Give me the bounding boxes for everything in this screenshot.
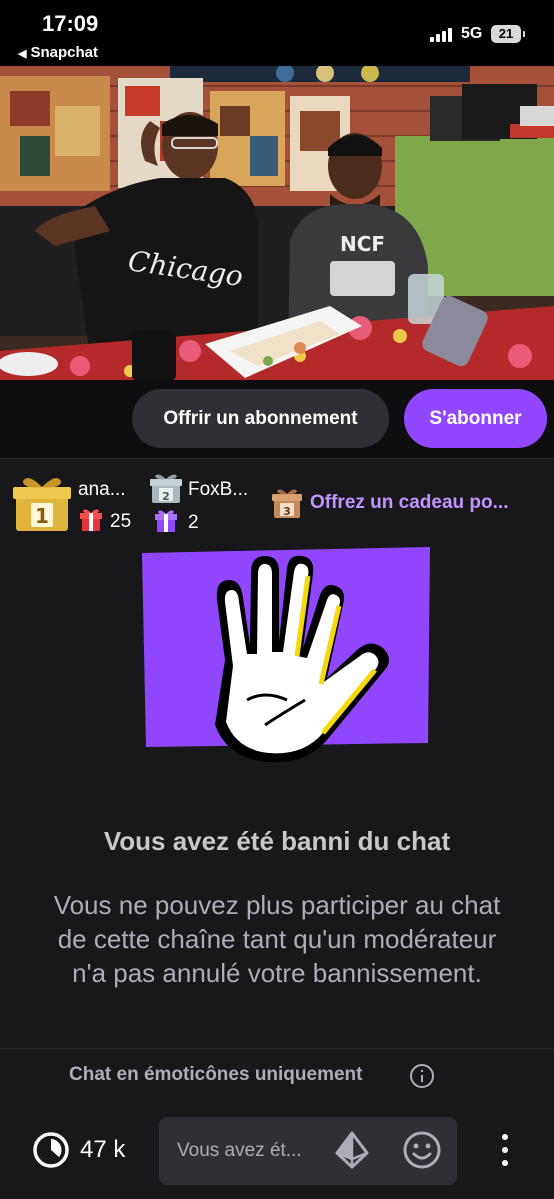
shirt-logo-ncf: NCF xyxy=(340,232,385,256)
bronze-gift-rank-3-icon: 3 xyxy=(272,489,302,518)
bits-icon[interactable] xyxy=(335,1131,369,1169)
back-arrow-icon: ◀ xyxy=(18,48,27,60)
red-gift-icon xyxy=(80,509,102,531)
silver-gift-rank-2-icon: 2 xyxy=(150,474,182,503)
divider xyxy=(0,1048,554,1049)
clock: 17:09 xyxy=(42,11,99,36)
battery-icon: 21 xyxy=(491,25,525,43)
gift-cta-link[interactable]: Offrez un cadeau po... xyxy=(310,492,508,514)
network-type: 5G xyxy=(461,25,483,42)
gold-gift-rank-1-icon: 1 xyxy=(13,478,71,531)
back-app-label: Snapchat xyxy=(30,44,98,61)
stream-video-frame: Chicago NCF xyxy=(0,66,554,380)
leaderboard-user-2-count: 2 xyxy=(188,512,199,533)
gift-subscription-button[interactable]: Offrir un abonnement xyxy=(132,389,389,448)
chat-input[interactable] xyxy=(177,1135,327,1167)
leaderboard-user-2-name[interactable]: FoxB... xyxy=(188,479,248,501)
leaderboard-user-1-count: 25 xyxy=(110,511,132,532)
rank-1-number: 1 xyxy=(35,504,49,528)
ban-title: Vous avez été banni du chat xyxy=(103,826,451,856)
viewer-count-icon xyxy=(33,1132,69,1168)
leaderboard-user-1-name[interactable]: ana... xyxy=(78,479,126,501)
viewer-count: 47 k xyxy=(80,1136,126,1163)
back-to-app-link[interactable]: ◀ Snapchat xyxy=(18,44,98,61)
chat-mode-label: Chat en émoticônes uniquement xyxy=(69,1064,363,1085)
purple-gift-icon xyxy=(155,510,177,532)
info-icon[interactable] xyxy=(410,1064,434,1088)
status-bar: 17:09 ◀ Snapchat 5G 21 xyxy=(0,0,554,66)
rank-2-number: 2 xyxy=(162,490,170,503)
banned-hand-illustration xyxy=(142,547,430,763)
cellular-signal-icon xyxy=(430,28,456,42)
rank-3-number: 3 xyxy=(283,505,291,518)
emote-picker-icon[interactable] xyxy=(402,1130,442,1170)
more-options-icon[interactable] xyxy=(495,1132,515,1168)
stream-video-player[interactable]: Chicago NCF xyxy=(0,66,554,380)
ban-description: Vous ne pouvez plus participer au chat d… xyxy=(53,890,501,988)
subscribe-button[interactable]: S'abonner xyxy=(404,389,547,448)
